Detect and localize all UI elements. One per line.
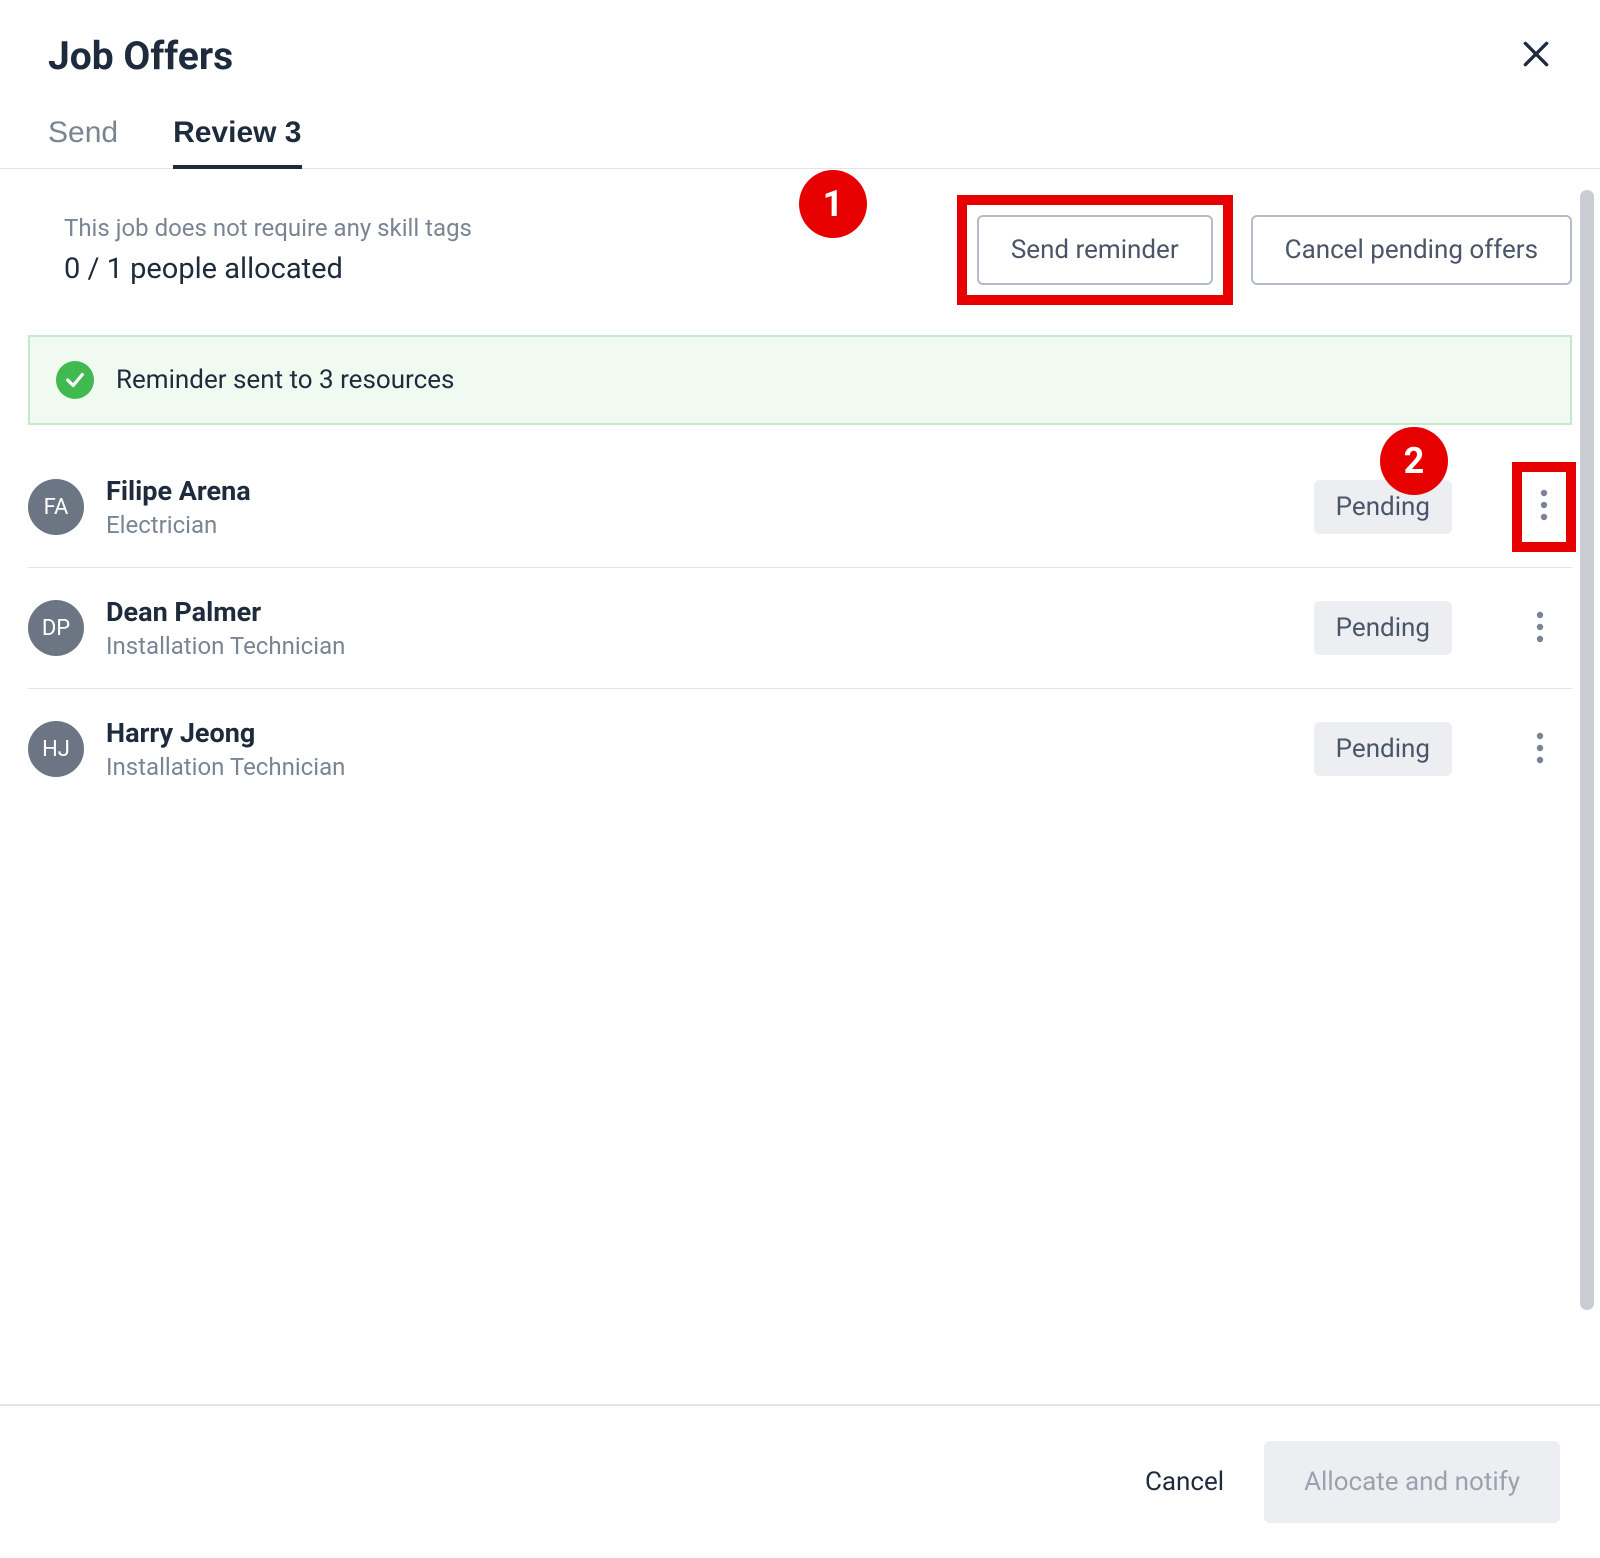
resource-role: Installation Technician <box>106 753 1314 781</box>
top-bar: This job does not require any skill tags… <box>28 195 1572 335</box>
more-icon <box>1536 632 1544 647</box>
highlight-more-menu <box>1512 462 1576 552</box>
tab-send[interactable]: Send <box>48 116 118 168</box>
dialog-footer: Cancel Allocate and notify <box>0 1404 1600 1558</box>
resource-row: FA Filipe Arena Electrician Pending <box>28 447 1572 568</box>
more-menu-button[interactable] <box>1520 715 1560 784</box>
tabs: Send Review 3 <box>0 81 1600 169</box>
allocate-and-notify-button[interactable]: Allocate and notify <box>1264 1441 1560 1523</box>
close-icon <box>1520 58 1552 73</box>
resource-role: Installation Technician <box>106 632 1314 660</box>
allocated-text: 0 / 1 people allocated <box>64 252 472 286</box>
resource-row: DP Dean Palmer Installation Technician P… <box>28 568 1572 689</box>
resource-name: Dean Palmer <box>106 596 1314 628</box>
resource-info: Dean Palmer Installation Technician <box>106 596 1314 660</box>
avatar: FA <box>28 479 84 535</box>
highlight-send-reminder: Send reminder <box>957 195 1233 305</box>
avatar: HJ <box>28 721 84 777</box>
resource-row: HJ Harry Jeong Installation Technician P… <box>28 689 1572 809</box>
top-bar-buttons: Send reminder Cancel pending offers <box>957 195 1572 305</box>
cancel-pending-offers-button[interactable]: Cancel pending offers <box>1251 215 1572 285</box>
resource-name: Filipe Arena <box>106 475 1314 507</box>
dialog-content: This job does not require any skill tags… <box>0 169 1600 1427</box>
alert-success: Reminder sent to 3 resources <box>28 335 1572 425</box>
step-badge-2: 2 <box>1380 427 1448 495</box>
more-menu-button[interactable] <box>1520 594 1560 663</box>
resource-info: Filipe Arena Electrician <box>106 475 1314 539</box>
dialog-header: Job Offers <box>0 0 1600 81</box>
resource-role: Electrician <box>106 511 1314 539</box>
close-button[interactable] <box>1512 30 1560 81</box>
status-badge: Pending <box>1314 601 1452 655</box>
status-badge: Pending <box>1314 722 1452 776</box>
avatar: DP <box>28 600 84 656</box>
send-reminder-button[interactable]: Send reminder <box>977 215 1213 285</box>
scrollbar[interactable] <box>1580 190 1594 1310</box>
resource-info: Harry Jeong Installation Technician <box>106 717 1314 781</box>
skill-tags-text: This job does not require any skill tags <box>64 214 472 242</box>
cancel-button[interactable]: Cancel <box>1145 1467 1224 1497</box>
top-bar-text: This job does not require any skill tags… <box>64 214 472 286</box>
more-icon <box>1536 753 1544 768</box>
alert-text: Reminder sent to 3 resources <box>116 365 454 395</box>
resource-name: Harry Jeong <box>106 717 1314 749</box>
more-icon[interactable] <box>1540 507 1548 526</box>
step-badge-1: 1 <box>799 170 867 238</box>
tab-review[interactable]: Review 3 <box>173 116 301 168</box>
check-icon <box>56 361 94 399</box>
dialog-title: Job Offers <box>48 33 233 79</box>
